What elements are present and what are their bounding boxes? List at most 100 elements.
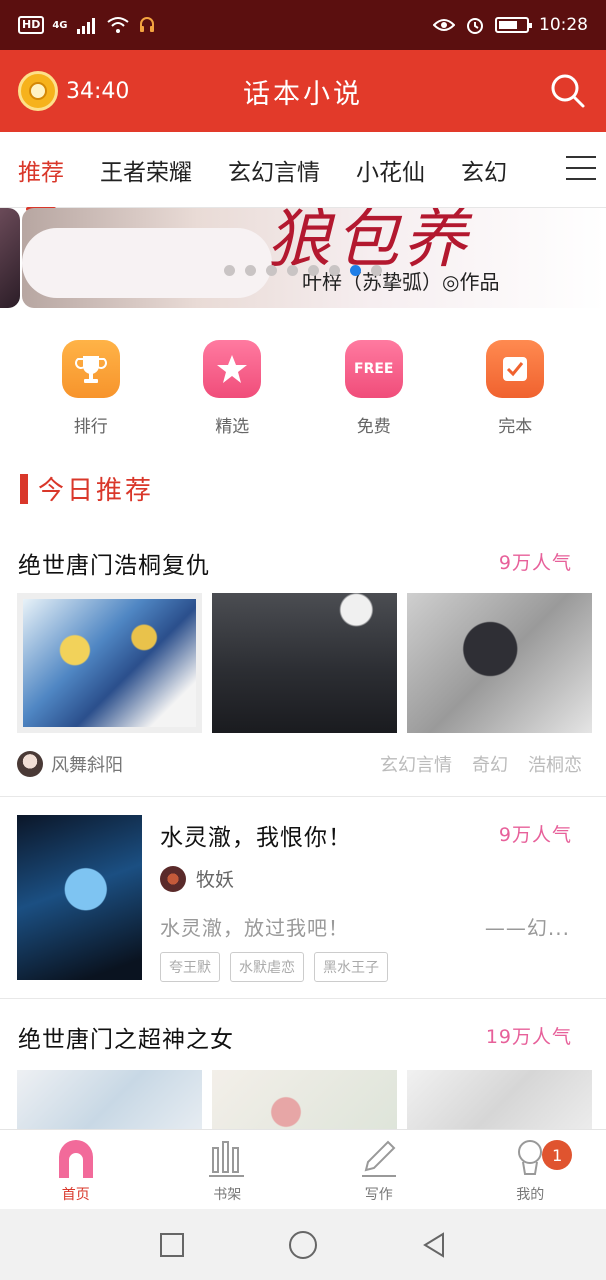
free-tag-icon: FREE [344,340,403,398]
bookshelf-icon [207,1138,247,1178]
tag[interactable]: 水默虐恋 [230,952,304,982]
headset-icon [139,17,154,32]
book-title[interactable]: 水灵澈，我恨你！ [160,818,352,852]
hd-badge: HD [18,16,45,34]
home-icon [56,1138,96,1178]
tag[interactable]: 夸王默 [160,952,220,982]
author-row: 风舞斜阳 玄幻言情 奇幻 浩桐恋 [17,751,582,777]
pagination-dot[interactable] [224,265,235,276]
pagination-dot[interactable] [371,265,382,276]
tag-list: 夸王默 水默虐恋 黑水王子 [160,952,388,982]
tab-recommend[interactable]: 推荐 [0,153,82,211]
tab-fantasy[interactable]: 玄幻 [443,153,525,187]
book-title[interactable]: 绝世唐门浩桐复仇 [18,546,210,580]
book-image[interactable] [407,593,592,733]
avatar[interactable] [160,865,186,892]
book-image[interactable] [407,1070,592,1130]
nav-bookshelf-label: 书架 [213,1187,242,1203]
eye-icon [433,19,455,31]
quick-ranking-label: 排行 [73,417,108,437]
network-type: 4G [52,19,68,31]
book-image[interactable] [17,1070,202,1130]
tab-little-flower-fairy[interactable]: 小花仙 [338,153,443,187]
nav-home[interactable]: 首页 [16,1130,136,1209]
pagination-dot[interactable] [287,265,298,276]
quick-selected[interactable]: 精选 [182,340,282,440]
quick-completed[interactable]: 完本 [465,340,565,440]
back-icon[interactable] [419,1230,449,1260]
book-cover[interactable] [17,815,142,980]
popularity-count: 19万人气 [485,1026,572,1048]
trophy-icon [61,340,120,398]
bottom-navigation: 首页 书架 写作 1 我的 [0,1129,606,1209]
book-card[interactable]: 绝世唐门浩桐复仇 9万人气 风舞斜阳 玄幻言情 奇幻 浩桐恋 [0,530,606,796]
divider [0,796,606,797]
pagination-dot[interactable] [329,265,340,276]
tab-fantasy-romance[interactable]: 玄幻言情 [210,153,338,187]
popularity-count: 9万人气 [498,824,572,846]
banner-artwork [22,228,272,298]
signal-icon [76,18,95,34]
avatar[interactable] [17,751,43,777]
tag[interactable]: 黑水王子 [314,952,388,982]
status-time: 10:28 [539,15,588,35]
tag[interactable]: 奇幻 [472,751,508,777]
search-button[interactable] [548,71,588,111]
author-name[interactable]: 风舞斜阳 [51,751,123,777]
author-name[interactable]: 牧妖 [196,865,234,892]
system-navigation-bar [0,1209,606,1280]
tag[interactable]: 浩桐恋 [528,751,582,777]
book-title[interactable]: 绝世唐门之超神之女 [18,1020,234,1054]
home-circle-icon[interactable] [287,1229,319,1261]
nav-write[interactable]: 写作 [319,1130,439,1209]
category-tabs: 推荐 王者荣耀 玄幻言情 小花仙 玄幻 [0,132,606,211]
recent-apps-icon[interactable] [157,1230,187,1260]
book-excerpt: 水灵澈，放过我吧！ ——幻... [160,912,570,941]
author-row: 牧妖 [160,865,234,892]
quick-entries: 排行 精选 FREE 免费 完本 [0,340,606,440]
quick-free-label: 免费 [356,417,391,437]
pagination-dot[interactable] [245,265,256,276]
quick-selected-label: 精选 [215,417,250,437]
nav-bookshelf[interactable]: 书架 [167,1130,287,1209]
excerpt-tail: ——幻... [484,916,570,940]
star-icon [203,340,262,398]
quick-free[interactable]: FREE 免费 [324,340,424,440]
search-icon [551,74,585,108]
pagination-dot[interactable] [308,265,319,276]
book-images [17,1070,592,1130]
checkmark-note-icon [486,340,545,398]
notification-badge: 1 [542,1140,573,1170]
book-card[interactable]: 绝世唐门之超神之女 19万人气 [0,1000,606,1130]
book-image[interactable] [17,593,202,733]
nav-write-label: 写作 [364,1187,393,1203]
section-title: 今日推荐 [38,476,155,506]
section-accent-bar [20,473,28,504]
nav-profile-label: 我的 [516,1187,545,1203]
nav-home-label: 首页 [61,1187,90,1203]
book-images [17,593,592,733]
banner-carousel[interactable]: 狼包养 叶梓（苏挚弧）◎作品 [0,208,606,308]
tag[interactable]: 玄幻言情 [380,751,452,777]
book-card[interactable]: 水灵澈，我恨你！ 9万人气 牧妖 水灵澈，放过我吧！ ——幻... 夸王默 水默… [0,798,606,998]
popularity-count: 9万人气 [498,552,572,574]
app-header: 34:40 话本小说 [0,50,606,132]
alarm-coin-icon[interactable] [18,71,58,111]
book-image[interactable] [212,1070,397,1130]
banner-slide[interactable]: 狼包养 叶梓（苏挚弧）◎作品 [22,208,606,308]
banner-prev-slide[interactable] [0,208,20,308]
pagination-dot[interactable] [266,265,277,276]
pagination-dot-active[interactable] [350,265,361,276]
banner-pagination [224,265,382,276]
divider [0,998,606,999]
excerpt-text: 水灵澈，放过我吧！ [160,916,349,940]
book-image[interactable] [212,593,397,733]
menu-icon[interactable] [566,156,596,180]
tag-list: 玄幻言情 奇幻 浩桐恋 [380,751,582,777]
alarm-icon [467,18,483,34]
tab-honor-of-kings[interactable]: 王者荣耀 [82,153,210,187]
quick-ranking[interactable]: 排行 [41,340,141,440]
status-bar: HD 4G 10:28 [0,0,606,50]
battery-level [499,21,517,29]
nav-profile[interactable]: 1 我的 [470,1130,590,1209]
